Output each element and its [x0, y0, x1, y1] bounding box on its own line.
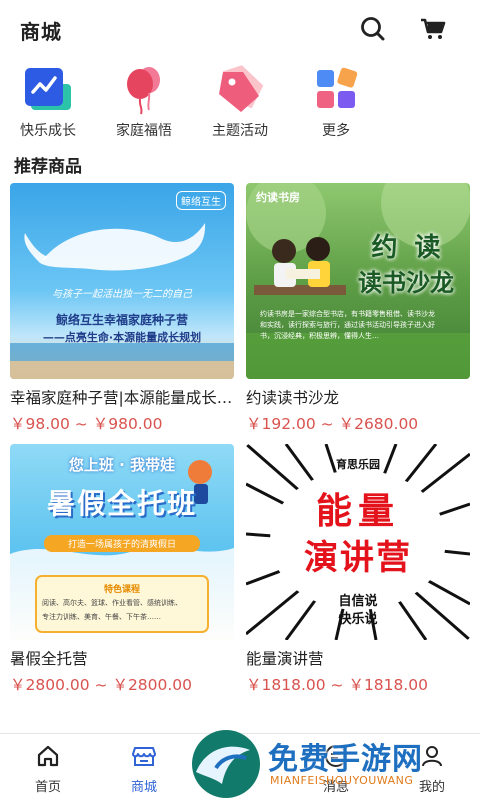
product-price: ￥192.00 ~ ￥2680.00: [246, 415, 419, 433]
growth-chart-icon: [21, 62, 75, 116]
balloon-icon: [117, 62, 171, 116]
product-card[interactable]: 鲸络互生 与孩子一起活出独一无二的自己 鲸络互生幸福家庭种子营 ——点亮生命·本…: [10, 183, 234, 434]
home-icon: [37, 745, 59, 767]
image-line1: 能量: [315, 491, 400, 532]
tab-label: 商城: [130, 780, 157, 795]
product-name[interactable]: 约读读书沙龙: [246, 386, 470, 408]
page-title: 商城: [20, 20, 62, 44]
search-icon[interactable]: [358, 14, 388, 44]
tab-store[interactable]: 商城: [96, 742, 192, 795]
product-image[interactable]: 约读书房 约 读 读书沙龙 约读书房是一家综合型书店，有书籍零售租借、读书沙龙和…: [246, 183, 470, 379]
category-label: 快乐成长: [20, 123, 76, 139]
product-card[interactable]: 您上班 · 我带娃 暑假全托班 打造一场属孩子的清爽假日 特色课程 阅读、高尔夫…: [10, 444, 234, 695]
image-sub2: 快乐说: [338, 612, 378, 627]
store-icon: [132, 747, 156, 766]
product-name[interactable]: 能量演讲营: [246, 647, 470, 669]
category-events[interactable]: 主题活动: [192, 62, 288, 140]
watermark-text: 免费手游网: [268, 742, 423, 777]
product-price: ￥98.00 ~ ￥980.00: [10, 415, 163, 433]
watermark-sub: MIANFEISHOUYOUWANG: [270, 774, 414, 787]
image-line2: 演讲营: [304, 538, 412, 578]
image-box-title: 特色课程: [103, 585, 140, 595]
image-top: 您上班 · 我带娃: [68, 456, 176, 474]
product-card[interactable]: 育思乐园 能量 演讲营 自信说 快乐说 能量演讲营 ￥1818.00 ~ ￥18…: [246, 444, 470, 695]
category-more[interactable]: 更多: [288, 62, 384, 140]
category-label: 主题活动: [212, 123, 268, 139]
cart-icon[interactable]: [418, 14, 448, 44]
image-line1: 鲸络互生幸福家庭种子营: [55, 313, 188, 327]
product-price: ￥1818.00 ~ ￥1818.00: [246, 676, 429, 694]
image-ribbon: 打造一场属孩子的清爽假日: [44, 535, 200, 552]
image-badge: 鲸络互生: [176, 191, 226, 210]
image-top: 育思乐园: [336, 458, 380, 471]
image-badge: 约读书房: [256, 191, 300, 204]
image-line1: 约 读: [371, 233, 445, 263]
grid-more-icon: [309, 62, 363, 116]
image-sub1: 自信说: [338, 594, 378, 609]
header: 商城: [0, 0, 480, 58]
category-row: 快乐成长 家庭福悟 主题活动 更多: [0, 62, 480, 146]
category-family[interactable]: 家庭福悟: [96, 62, 192, 140]
product-image[interactable]: 您上班 · 我带娃 暑假全托班 打造一场属孩子的清爽假日 特色课程 阅读、高尔夫…: [10, 444, 234, 640]
image-box-line1: 阅读、高尔夫、篮球、作业看管、感统训练、: [42, 599, 182, 607]
product-image[interactable]: 鲸络互生 与孩子一起活出独一无二的自己 鲸络互生幸福家庭种子营 ——点亮生命·本…: [10, 183, 234, 379]
image-slogan: 与孩子一起活出独一无二的自己: [52, 289, 192, 300]
watermark: 免费手游网 MIANFEISHOUYOUWANG: [186, 728, 480, 800]
product-name[interactable]: 暑假全托营: [10, 647, 234, 669]
image-line2: ——点亮生命·本源能量成长规划: [42, 331, 202, 344]
tag-icon: [213, 62, 267, 116]
watermark-logo-icon: [192, 730, 260, 798]
image-line2: 读书沙龙: [358, 269, 454, 297]
image-main: 暑假全托班: [46, 487, 197, 520]
image-box-line2: 专注力训练、美育、午餐、下午茶……: [42, 613, 161, 621]
image-desc: 约读书房是一家综合型书店，有书籍零售租借、读书沙龙和实践，读行探索与旅行，通过读…: [260, 310, 435, 340]
category-label: 家庭福悟: [116, 123, 172, 139]
category-growth[interactable]: 快乐成长: [0, 62, 96, 140]
section-title: 推荐商品: [14, 157, 82, 177]
category-label: 更多: [322, 123, 350, 139]
product-price: ￥2800.00 ~ ￥2800.00: [10, 676, 193, 694]
tab-home[interactable]: 首页: [0, 742, 96, 795]
product-image[interactable]: 育思乐园 能量 演讲营 自信说 快乐说: [246, 444, 470, 640]
tab-label: 首页: [34, 780, 61, 795]
product-name[interactable]: 幸福家庭种子营|本源能量成长规划: [10, 386, 234, 408]
product-card[interactable]: 约读书房 约 读 读书沙龙 约读书房是一家综合型书店，有书籍零售租借、读书沙龙和…: [246, 183, 470, 434]
